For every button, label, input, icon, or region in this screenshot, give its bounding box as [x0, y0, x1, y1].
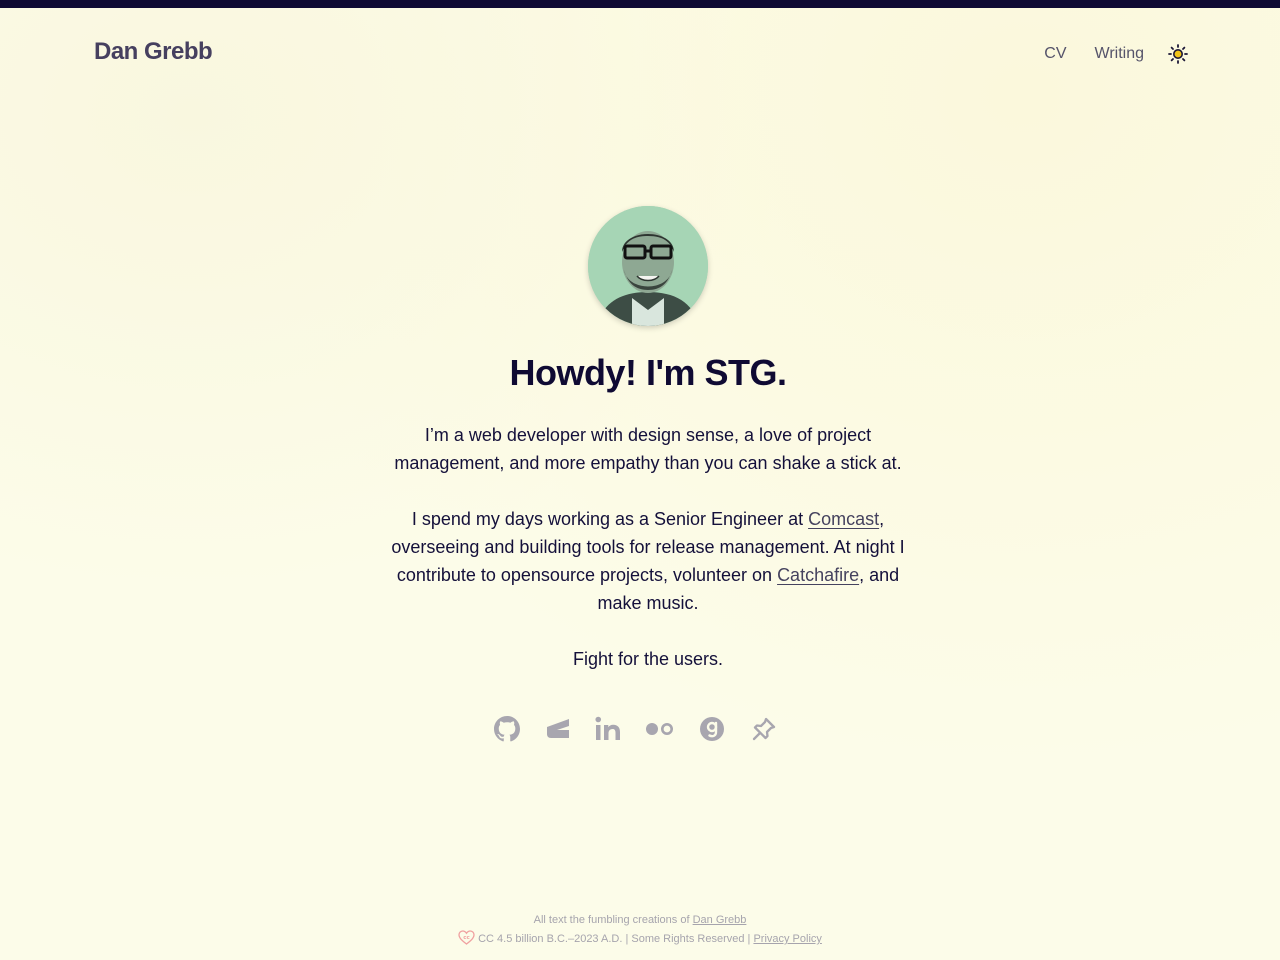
codepen-link[interactable] [541, 712, 575, 746]
footer-license-text: CC 4.5 billion B.C.–2023 A.D. | Some Rig… [478, 933, 754, 945]
svg-text:cc: cc [463, 935, 470, 941]
linkedin-link[interactable] [591, 712, 625, 746]
github-link[interactable] [490, 712, 524, 746]
pinboard-link[interactable] [747, 712, 781, 746]
avatar-photo [588, 206, 708, 326]
flickr-link[interactable] [643, 712, 677, 746]
intro-paragraph: I’m a web developer with design sense, a… [394, 425, 902, 473]
work-paragraph: I spend my days working as a Senior Engi… [378, 505, 918, 617]
main-nav: CV Writing [1016, 40, 1188, 68]
intro-copy: I’m a web developer with design sense, a… [378, 421, 918, 701]
flickr-icon [646, 723, 673, 735]
avatar [588, 206, 708, 326]
goodreads-link[interactable] [695, 712, 729, 746]
footer-credit: All text the fumbling creations of Dan G… [0, 911, 1280, 930]
comcast-link[interactable]: Comcast [808, 509, 879, 529]
codepen-icon [547, 719, 569, 738]
top-accent-bar [0, 0, 1280, 8]
footer-license: cc CC 4.5 billion B.C.–2023 A.D. | Some R… [0, 930, 1280, 952]
site-title-link[interactable]: Dan Grebb [94, 38, 213, 66]
nav-link-writing[interactable]: Writing [1095, 45, 1145, 63]
privacy-policy-link[interactable]: Privacy Policy [753, 933, 821, 945]
work-text-before: I spend my days working as a Senior Engi… [411, 509, 809, 529]
linkedin-icon [595, 716, 620, 740]
footer-author-link[interactable]: Dan Grebb [693, 914, 747, 926]
footer-credit-text: All text the fumbling creations of [533, 914, 693, 926]
github-icon [494, 716, 520, 742]
pinboard-icon [752, 717, 776, 741]
catchafire-link[interactable]: Catchafire [777, 565, 859, 585]
creative-commons-icon: cc [458, 930, 475, 952]
motto: Fight for the users. [572, 649, 724, 669]
goodreads-icon [700, 717, 724, 741]
nav-link-cv[interactable]: CV [1044, 45, 1066, 63]
page-heading: Howdy! I'm STG. [509, 352, 787, 393]
theme-toggle-button[interactable] [1168, 44, 1188, 64]
sun-icon [1168, 44, 1188, 64]
footer: All text the fumbling creations of Dan G… [0, 911, 1280, 952]
social-links [490, 712, 790, 746]
